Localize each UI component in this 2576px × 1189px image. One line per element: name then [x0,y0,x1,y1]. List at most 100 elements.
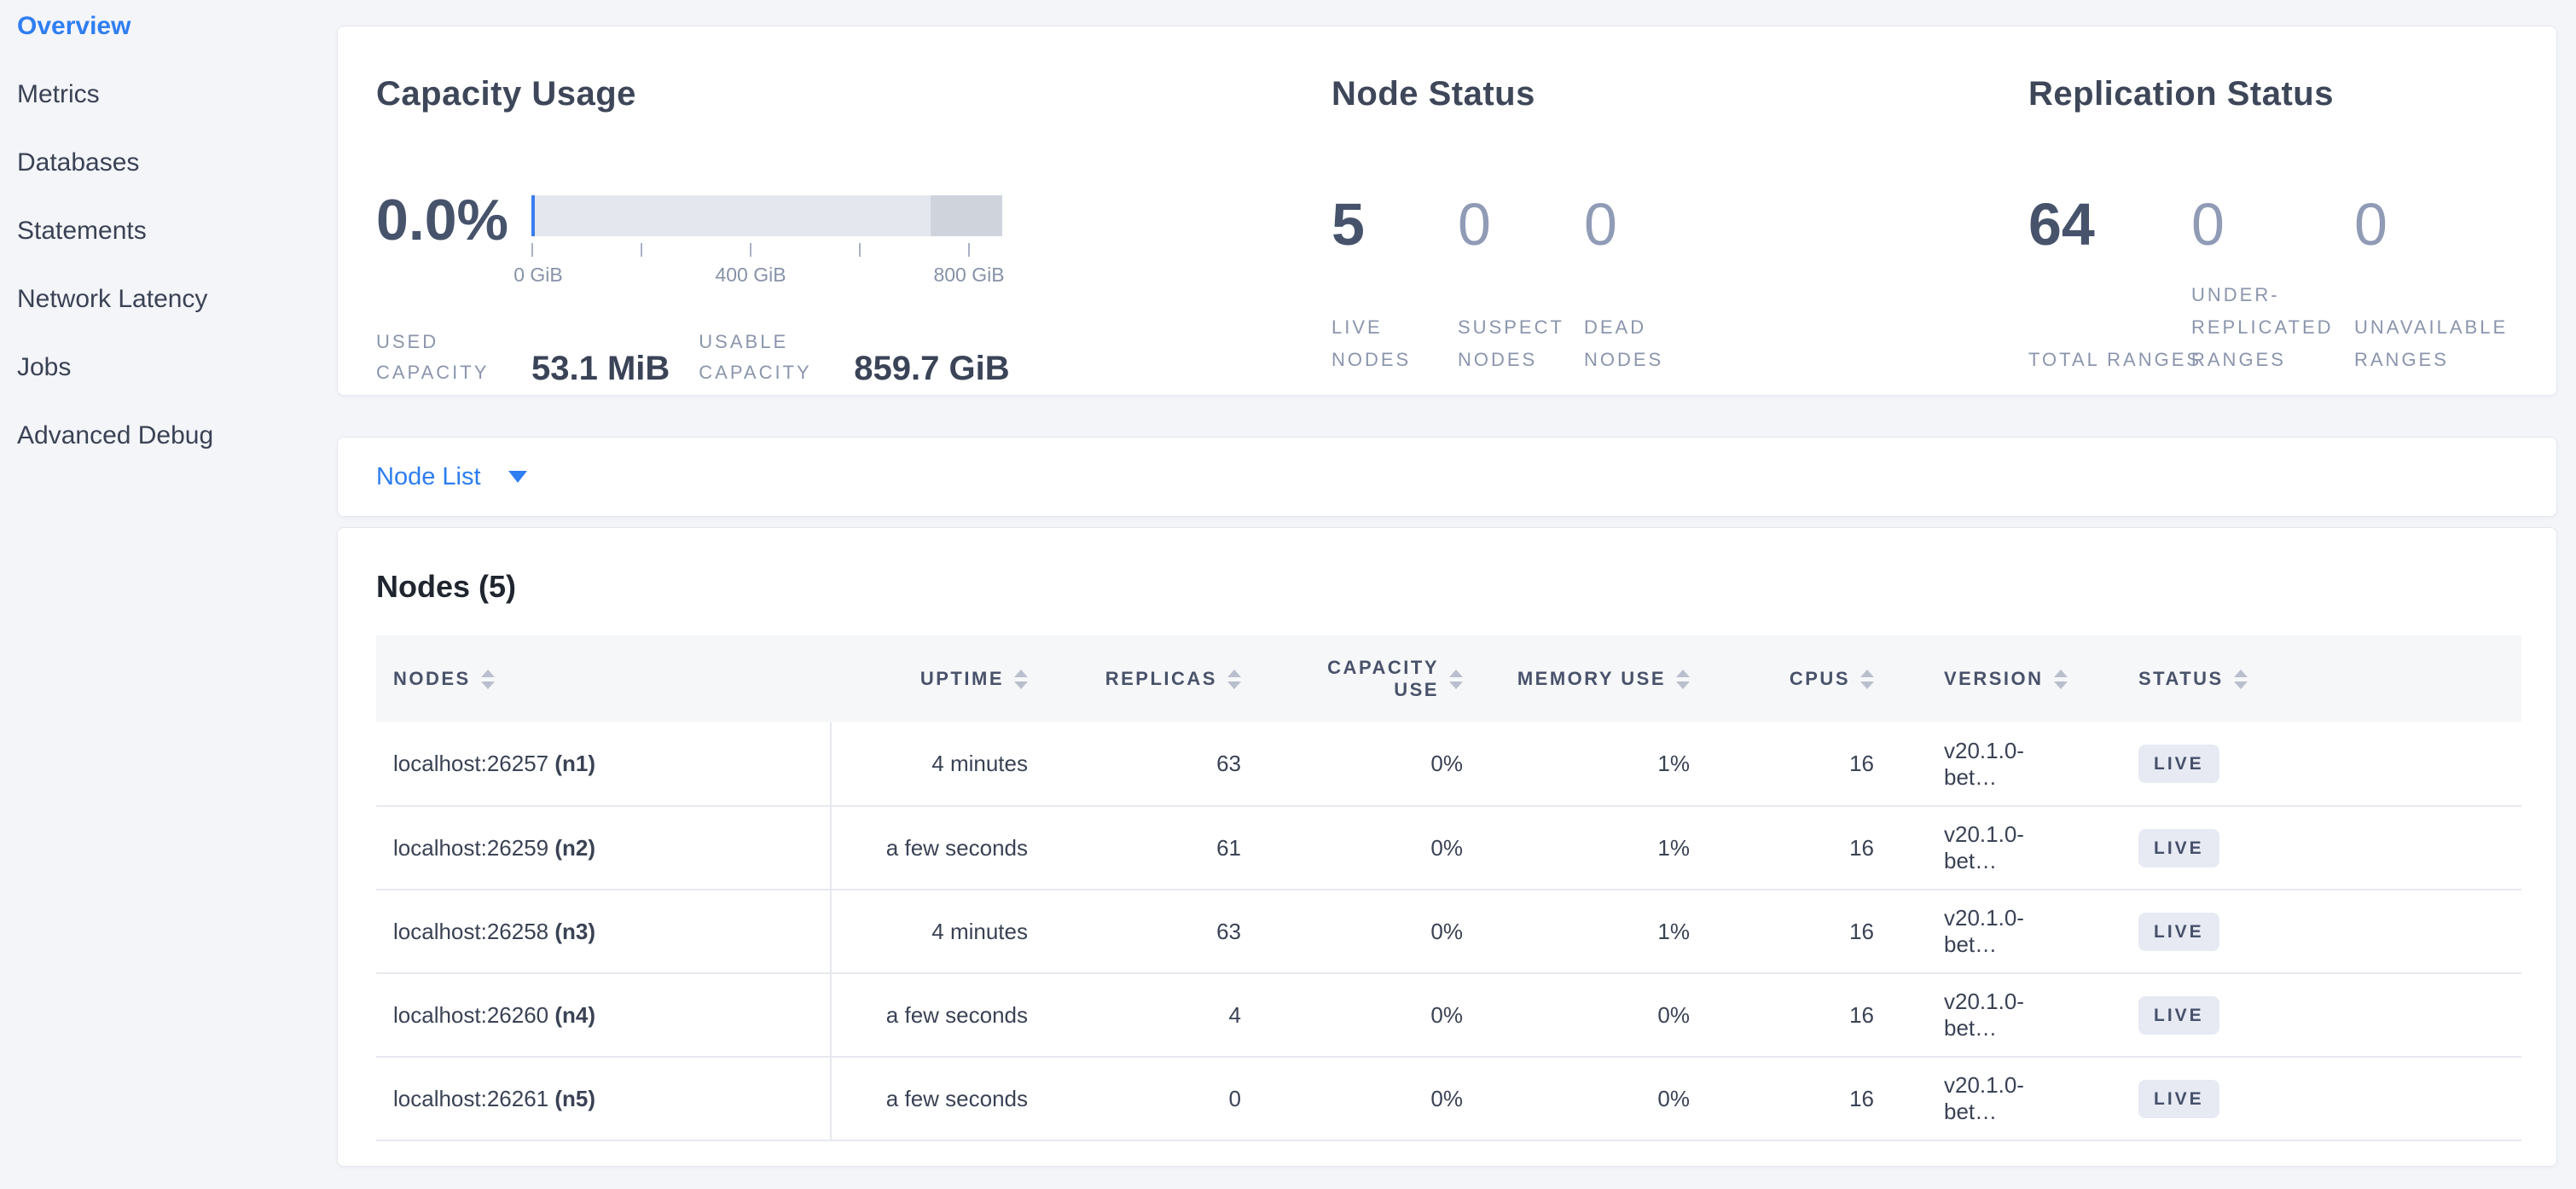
axis-label-400: 400 GiB [715,264,786,287]
column-header-nodes[interactable]: NODES [376,635,831,722]
axis-label-800: 800 GiB [933,264,1004,287]
nodes-table-card: Nodes (5) NODES UPTIME REP [337,527,2557,1167]
status-badge: LIVE [2138,829,2219,867]
total-ranges-label: TOTAL RANGES [2028,344,2203,376]
cpus-cell: 16 [1715,806,1900,890]
under-replicated-ranges-stat: 0 UNDER-REPLICATED RANGES [2191,193,2354,376]
total-ranges-value: 64 [2028,193,2191,256]
cpus-cell: 16 [1715,1057,1900,1140]
under-replicated-ranges-label: UNDER-REPLICATED RANGES [2191,279,2366,376]
node-host-cell: localhost:26259 (n2) [376,806,831,890]
capacity-use-cell: 0% [1267,1057,1488,1140]
unavailable-ranges-label: UNAVAILABLE RANGES [2354,311,2529,376]
column-header-version[interactable]: VERSION [1900,635,2094,722]
sort-icon [1676,670,1690,689]
sort-icon [1860,670,1874,689]
sidebar: Overview Metrics Databases Statements Ne… [0,0,337,1189]
capacity-bar-chart: 0 GiB 400 GiB 800 GiB [531,195,1002,291]
node-row-n3[interactable]: localhost:26258 (n3) 4 minutes 63 0% 1% … [376,890,2521,973]
usable-capacity-value: 859.7 GiB [854,349,1009,388]
axis-tick [859,243,861,257]
node-status-title: Node Status [1332,74,1710,113]
suspect-nodes-stat: 0 SUSPECT NODES [1458,193,1584,376]
capacity-bar-track [531,195,1002,236]
unavailable-ranges-stat: 0 UNAVAILABLE RANGES [2354,193,2517,376]
dead-nodes-value: 0 [1584,193,1710,256]
capacity-usage-section: Capacity Usage 0.0% 0 GiB 40 [376,74,1010,388]
uptime-cell: 4 minutes [831,890,1053,973]
axis-tick [641,243,642,257]
live-nodes-stat: 5 LIVE NODES [1332,193,1458,376]
uptime-cell: 4 minutes [831,722,1053,806]
axis-tick [968,243,970,257]
status-cell: LIVE [2094,973,2521,1057]
node-row-n5[interactable]: localhost:26261 (n5) a few seconds 0 0% … [376,1057,2521,1140]
suspect-nodes-value: 0 [1458,193,1584,256]
cpus-cell: 16 [1715,973,1900,1057]
node-status-section: Node Status 5 LIVE NODES 0 SUSPECT NODES… [1332,74,1710,376]
capacity-use-cell: 0% [1267,973,1488,1057]
sort-icon [2054,670,2068,689]
status-cell: LIVE [2094,890,2521,973]
replicas-cell: 4 [1053,973,1267,1057]
column-header-capacity-use[interactable]: CAPACITY USE [1267,635,1488,722]
cpus-cell: 16 [1715,890,1900,973]
column-header-memory-use[interactable]: MEMORY USE [1488,635,1715,722]
capacity-bar-axis: 0 GiB 400 GiB 800 GiB [531,236,1002,291]
sort-icon [2234,670,2248,689]
node-host-cell: localhost:26258 (n3) [376,890,831,973]
node-row-n4[interactable]: localhost:26260 (n4) a few seconds 4 0% … [376,973,2521,1057]
node-list-dropdown-label[interactable]: Node List [376,463,481,491]
dead-nodes-stat: 0 DEAD NODES [1584,193,1710,376]
replicas-cell: 0 [1053,1057,1267,1140]
version-cell: v20.1.0-bet… [1900,890,2094,973]
total-ranges-stat: 64 TOTAL RANGES [2028,193,2191,376]
chevron-down-icon [508,471,527,483]
cpus-cell: 16 [1715,722,1900,806]
memory-use-cell: 0% [1488,973,1715,1057]
status-badge: LIVE [2138,1080,2219,1118]
status-badge: LIVE [2138,913,2219,951]
node-list-dropdown-card: Node List [337,437,2557,517]
node-row-n2[interactable]: localhost:26259 (n2) a few seconds 61 0%… [376,806,2521,890]
version-cell: v20.1.0-bet… [1900,1057,2094,1140]
unavailable-ranges-value: 0 [2354,193,2517,256]
uptime-cell: a few seconds [831,1057,1053,1140]
sidebar-item-databases[interactable]: Databases [0,136,337,189]
node-row-n1[interactable]: localhost:26257 (n1) 4 minutes 63 0% 1% … [376,722,2521,806]
column-header-cpus[interactable]: CPUS [1715,635,1900,722]
cluster-summary-card: Capacity Usage 0.0% 0 GiB 40 [337,26,2557,396]
sidebar-item-advanced-debug[interactable]: Advanced Debug [0,409,337,462]
sidebar-item-jobs[interactable]: Jobs [0,341,337,394]
used-capacity-stat: USED CAPACITY 53.1 MiB [376,327,670,388]
column-header-status[interactable]: STATUS [2094,635,2521,722]
column-header-uptime[interactable]: UPTIME [831,635,1053,722]
memory-use-cell: 0% [1488,1057,1715,1140]
usable-capacity-stat: USABLE CAPACITY 859.7 GiB [699,327,1009,388]
live-nodes-label: LIVE NODES [1332,311,1438,376]
version-cell: v20.1.0-bet… [1900,722,2094,806]
replication-status-section: Replication Status 64 TOTAL RANGES 0 UND… [2028,74,2517,376]
version-cell: v20.1.0-bet… [1900,973,2094,1057]
used-capacity-label: USED CAPACITY [376,327,513,388]
axis-tick [750,243,751,257]
suspect-nodes-label: SUSPECT NODES [1458,311,1564,376]
nodes-table-title: Nodes (5) [376,569,2556,605]
node-host-cell: localhost:26257 (n1) [376,722,831,806]
status-cell: LIVE [2094,1057,2521,1140]
sidebar-item-statements[interactable]: Statements [0,205,337,258]
sidebar-item-metrics[interactable]: Metrics [0,68,337,121]
uptime-cell: a few seconds [831,973,1053,1057]
column-header-replicas[interactable]: REPLICAS [1053,635,1267,722]
table-header-row: NODES UPTIME REPLICAS CAPACITY USE [376,635,2521,722]
sidebar-item-network-latency[interactable]: Network Latency [0,273,337,326]
sidebar-item-overview[interactable]: Overview [0,0,337,53]
node-list-dropdown[interactable]: Node List [338,438,2556,516]
sort-icon [1014,670,1028,689]
cluster-overview-page: Overview Metrics Databases Statements Ne… [0,0,2576,1189]
capacity-use-cell: 0% [1267,722,1488,806]
axis-label-0: 0 GiB [513,264,563,287]
status-badge: LIVE [2138,996,2219,1035]
capacity-bar-used-segment [531,195,535,236]
node-host-cell: localhost:26260 (n4) [376,973,831,1057]
